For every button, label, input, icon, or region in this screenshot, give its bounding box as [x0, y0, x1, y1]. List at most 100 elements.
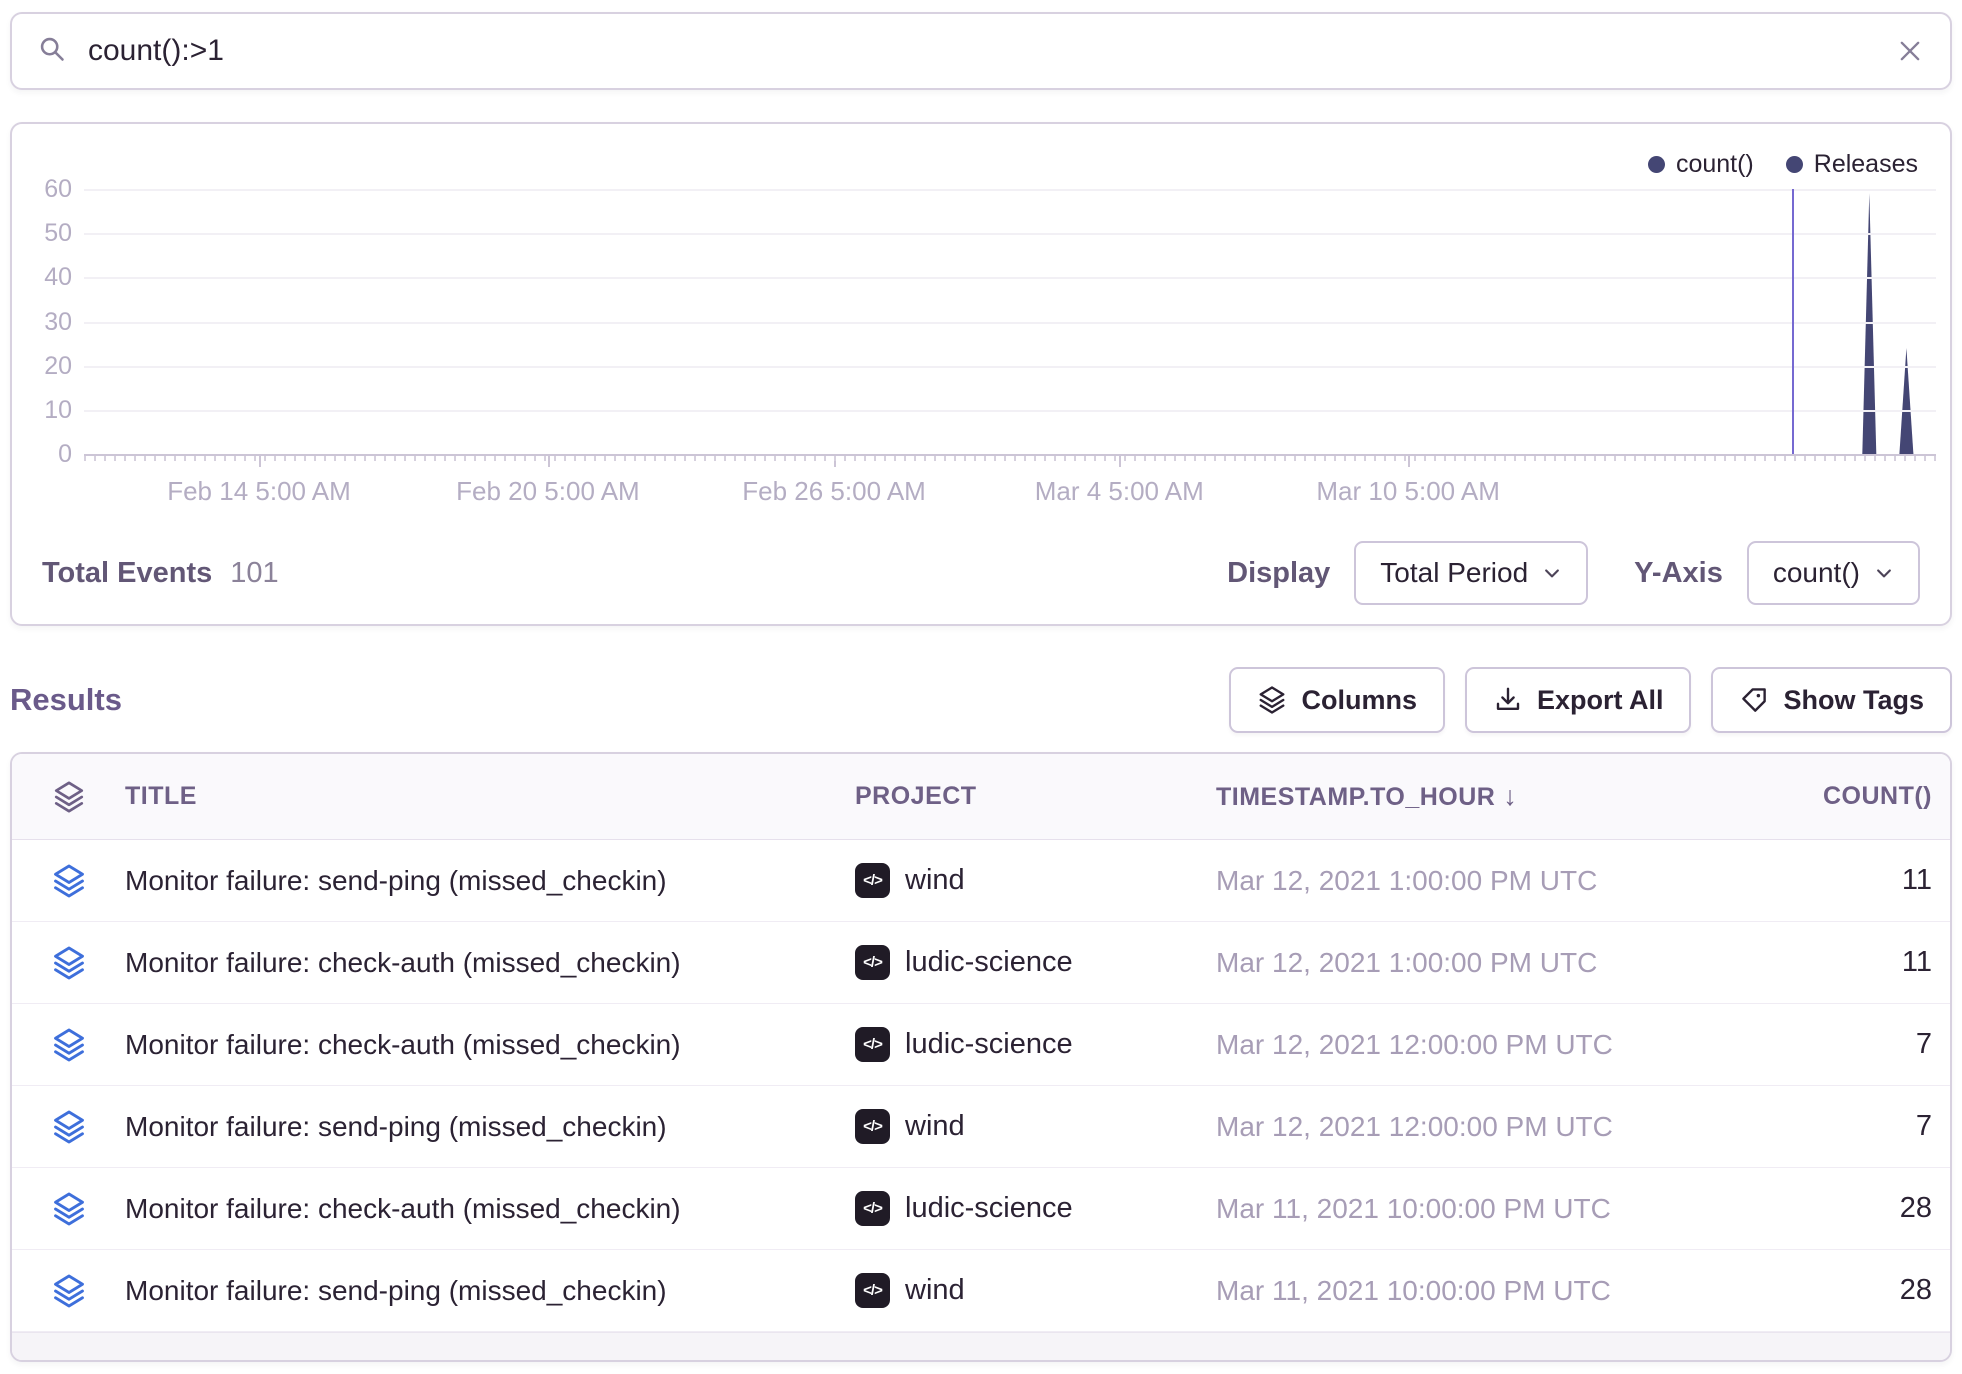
total-events-label: Total Events — [42, 557, 212, 590]
event-title-link[interactable]: Monitor failure: send-ping (missed_check… — [125, 865, 855, 897]
results-heading: Results — [10, 682, 122, 718]
column-header-timestamp-label: TIMESTAMP.TO_HOUR — [1216, 783, 1495, 811]
x-axis-label: Mar 10 5:00 AM — [1316, 476, 1500, 507]
event-count: 7 — [1670, 1110, 1932, 1143]
chart-footer: Total Events 101 Display Total Period Y-… — [42, 540, 1920, 606]
release-line — [1792, 189, 1794, 454]
legend-item-releases[interactable]: Releases — [1786, 150, 1918, 179]
project-name: ludic-science — [905, 1192, 1073, 1225]
event-timestamp: Mar 12, 2021 1:00:00 PM UTC — [1216, 947, 1670, 979]
count-spike — [1899, 348, 1913, 454]
total-events-value: 101 — [230, 557, 278, 590]
event-count: 11 — [1670, 864, 1932, 897]
x-axis-tick — [834, 456, 836, 467]
event-title-link[interactable]: Monitor failure: check-auth (missed_chec… — [125, 1193, 855, 1225]
event-title-link[interactable]: Monitor failure: check-auth (missed_chec… — [125, 1029, 855, 1061]
x-axis-label: Feb 26 5:00 AM — [742, 476, 926, 507]
display-dropdown[interactable]: Total Period — [1354, 541, 1588, 605]
event-stack-icon[interactable] — [12, 1027, 125, 1063]
layers-icon — [1257, 685, 1287, 715]
chart-legend: count() Releases — [1648, 150, 1918, 179]
project-name: wind — [905, 1274, 965, 1307]
export-all-button[interactable]: Export All — [1465, 667, 1692, 733]
search-input[interactable] — [88, 34, 1896, 68]
column-header-title[interactable]: TITLE — [125, 782, 855, 811]
chevron-down-icon — [1542, 563, 1562, 583]
yaxis-dropdown[interactable]: count() — [1747, 541, 1920, 605]
legend-dot-icon — [1648, 156, 1665, 173]
display-dropdown-value: Total Period — [1380, 557, 1528, 589]
columns-button[interactable]: Columns — [1229, 667, 1445, 733]
event-stack-icon[interactable] — [12, 1109, 125, 1145]
results-table: TITLE PROJECT TIMESTAMP.TO_HOUR ↓ COUNT()… — [10, 752, 1952, 1362]
legend-item-count[interactable]: count() — [1648, 150, 1754, 179]
event-timestamp: Mar 11, 2021 10:00:00 PM UTC — [1216, 1193, 1670, 1225]
grid-line — [84, 189, 1936, 191]
project-cell: </> wind — [855, 1109, 1216, 1144]
legend-label: count() — [1676, 150, 1754, 179]
event-timestamp: Mar 12, 2021 1:00:00 PM UTC — [1216, 865, 1670, 897]
grid-line — [84, 233, 1936, 235]
columns-button-label: Columns — [1301, 685, 1417, 716]
event-stack-icon[interactable] — [12, 1273, 125, 1309]
column-header-timestamp[interactable]: TIMESTAMP.TO_HOUR ↓ — [1216, 781, 1670, 812]
yaxis-dropdown-value: count() — [1773, 557, 1860, 589]
table-row: Monitor failure: send-ping (missed_check… — [12, 1086, 1950, 1168]
table-row: Monitor failure: check-auth (missed_chec… — [12, 922, 1950, 1004]
project-cell: </> wind — [855, 863, 1216, 898]
event-title-link[interactable]: Monitor failure: check-auth (missed_chec… — [125, 947, 855, 979]
search-bar — [10, 12, 1952, 90]
results-actions: Columns Export All Show Tags — [1229, 667, 1952, 733]
event-timestamp: Mar 12, 2021 12:00:00 PM UTC — [1216, 1111, 1670, 1143]
project-name: wind — [905, 864, 965, 897]
chart-x-labels: Feb 14 5:00 AMFeb 20 5:00 AMFeb 26 5:00 … — [84, 476, 1936, 510]
sort-descending-icon: ↓ — [1503, 781, 1517, 811]
download-icon — [1493, 685, 1523, 715]
project-cell: </> ludic-science — [855, 1027, 1216, 1062]
export-all-button-label: Export All — [1537, 685, 1664, 716]
event-timestamp: Mar 12, 2021 12:00:00 PM UTC — [1216, 1029, 1670, 1061]
show-tags-button[interactable]: Show Tags — [1711, 667, 1952, 733]
legend-label: Releases — [1814, 150, 1918, 179]
table-footer — [12, 1332, 1950, 1362]
y-axis-label: 30 — [12, 307, 72, 337]
table-header-row: TITLE PROJECT TIMESTAMP.TO_HOUR ↓ COUNT() — [12, 754, 1950, 840]
layers-icon — [52, 780, 86, 814]
table-row: Monitor failure: check-auth (missed_chec… — [12, 1168, 1950, 1250]
display-label: Display — [1227, 557, 1330, 590]
chart-plot-area — [84, 189, 1936, 454]
y-axis-label: 60 — [12, 174, 72, 204]
grid-line — [84, 366, 1936, 368]
project-cell: </> ludic-science — [855, 1191, 1216, 1226]
y-axis-label: 0 — [12, 439, 72, 469]
tag-icon — [1739, 685, 1769, 715]
event-title-link[interactable]: Monitor failure: send-ping (missed_check… — [125, 1111, 855, 1143]
column-header-project[interactable]: PROJECT — [855, 782, 1216, 811]
event-stack-icon[interactable] — [12, 863, 125, 899]
project-cell: </> wind — [855, 1273, 1216, 1308]
x-axis-label: Mar 4 5:00 AM — [1035, 476, 1204, 507]
event-count: 28 — [1670, 1274, 1932, 1307]
project-platform-icon: </> — [855, 945, 890, 980]
grid-line — [84, 410, 1936, 412]
events-chart-panel: count() Releases 0102030405060 Feb 14 5:… — [10, 122, 1952, 626]
event-title-link[interactable]: Monitor failure: send-ping (missed_check… — [125, 1275, 855, 1307]
chevron-down-icon — [1874, 563, 1894, 583]
y-axis-label: 50 — [12, 218, 72, 248]
column-header-count[interactable]: COUNT() — [1670, 782, 1932, 811]
total-events: Total Events 101 — [42, 557, 279, 590]
event-count: 7 — [1670, 1028, 1932, 1061]
x-axis-tick — [1408, 456, 1410, 467]
project-name: ludic-science — [905, 1028, 1073, 1061]
show-tags-button-label: Show Tags — [1783, 685, 1924, 716]
event-stack-icon[interactable] — [12, 1191, 125, 1227]
event-stack-icon[interactable] — [12, 945, 125, 981]
clear-search-icon[interactable] — [1896, 37, 1924, 65]
project-platform-icon: </> — [855, 1027, 890, 1062]
grid-line — [84, 277, 1936, 279]
results-header: Results Columns Export All Show Tags — [10, 664, 1952, 736]
x-axis-label: Feb 20 5:00 AM — [456, 476, 640, 507]
chart-y-axis: 0102030405060 — [12, 189, 72, 454]
search-icon — [38, 35, 66, 68]
table-row: Monitor failure: send-ping (missed_check… — [12, 1250, 1950, 1332]
